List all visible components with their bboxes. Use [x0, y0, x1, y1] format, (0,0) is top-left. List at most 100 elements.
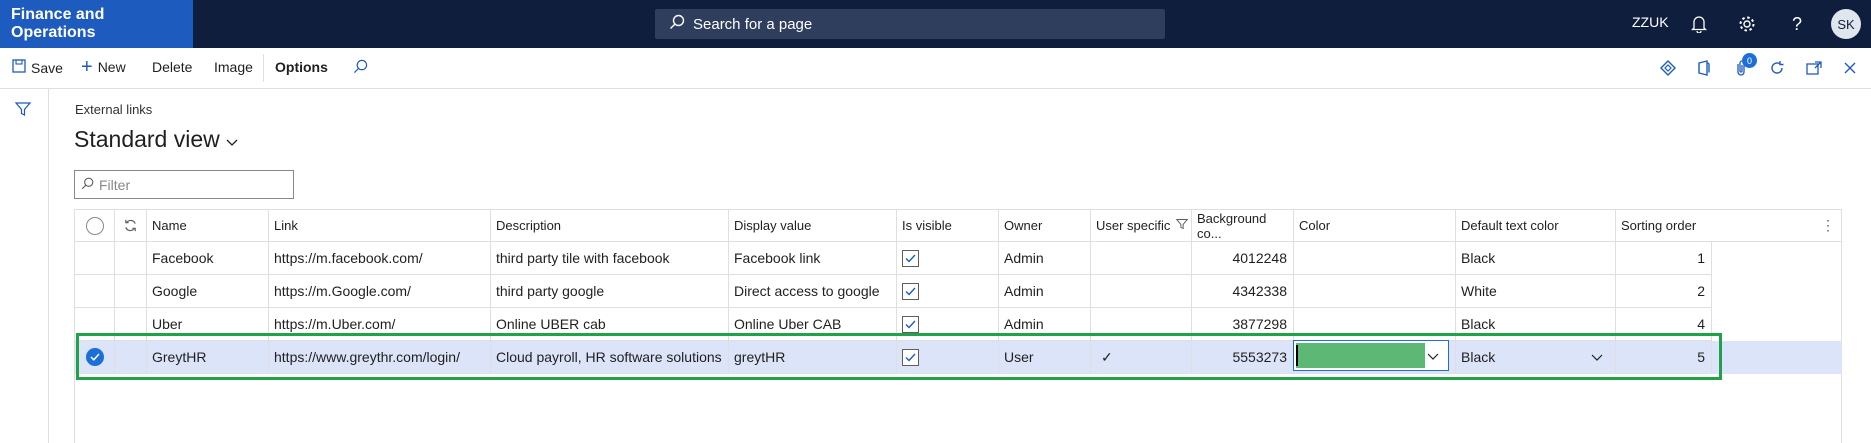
view-selector[interactable]: Standard view	[74, 126, 238, 153]
help-icon[interactable]: ?	[1785, 12, 1809, 36]
col-header-sorting-order[interactable]: Sorting order ⋮	[1616, 210, 1842, 242]
company-picker[interactable]: ZZUK	[1632, 14, 1669, 30]
cell-color[interactable]	[1294, 242, 1456, 275]
cell-default-text-color[interactable]: Black	[1456, 242, 1616, 275]
close-icon[interactable]	[1840, 58, 1860, 78]
action-separator	[263, 54, 264, 82]
more-options-icon[interactable]: ⋮	[1821, 217, 1835, 234]
col-header-user-specific[interactable]: User specific	[1091, 210, 1192, 242]
cell-display-value[interactable]: greytHR	[729, 341, 897, 374]
col-header-link[interactable]: Link	[269, 210, 491, 242]
cell-sorting-order[interactable]: 1	[1616, 242, 1712, 275]
row-selector[interactable]	[75, 275, 115, 308]
cell-is-visible[interactable]	[897, 308, 999, 341]
cell-default-text-color[interactable]: Black	[1456, 341, 1616, 374]
col-header-default-text-color[interactable]: Default text color	[1456, 210, 1616, 242]
col-header-display-value[interactable]: Display value	[729, 210, 897, 242]
row-selector[interactable]	[75, 308, 115, 341]
chevron-down-icon[interactable]	[1591, 349, 1603, 365]
cell-display-value[interactable]: Online Uber CAB	[729, 308, 897, 341]
options-tab[interactable]: Options	[275, 59, 328, 75]
cell-name[interactable]: Google	[147, 275, 269, 308]
cell-link[interactable]: https://m.Uber.com/	[269, 308, 491, 341]
cell-display-value[interactable]: Direct access to google	[729, 275, 897, 308]
cell-color[interactable]	[1294, 275, 1456, 308]
cell-description[interactable]: third party tile with facebook	[491, 242, 729, 275]
cell-color[interactable]	[1294, 308, 1456, 341]
page-caption: External links	[75, 102, 153, 117]
cell-link[interactable]: https://m.Google.com/	[269, 275, 491, 308]
cell-sorting-order[interactable]: 2	[1616, 275, 1712, 308]
cell-description[interactable]: third party google	[491, 275, 729, 308]
color-dropdown-chevron-icon[interactable]	[1427, 348, 1439, 366]
new-label: New	[97, 59, 126, 75]
table-row-selected[interactable]: GreytHR https://www.greythr.com/login/ C…	[75, 341, 1842, 374]
filter-pane-rail	[0, 89, 49, 443]
row-marker	[115, 308, 147, 341]
cell-owner[interactable]: Admin	[999, 242, 1091, 275]
refresh-column-icon[interactable]	[115, 210, 147, 242]
cell-default-text-color[interactable]: White	[1456, 275, 1616, 308]
cell-name[interactable]: Uber	[147, 308, 269, 341]
cell-default-text-color[interactable]: Black	[1456, 308, 1616, 341]
select-all-radio	[85, 216, 104, 235]
office-icon[interactable]	[1694, 58, 1714, 78]
row-selector[interactable]	[75, 341, 115, 374]
power-apps-icon[interactable]	[1658, 58, 1678, 78]
cell-user-specific[interactable]	[1091, 275, 1192, 308]
filter-funnel-icon[interactable]	[14, 101, 32, 122]
cell-is-visible[interactable]	[897, 242, 999, 275]
checkbox[interactable]	[902, 348, 919, 366]
col-header-description[interactable]: Description	[491, 210, 729, 242]
select-all-checkbox[interactable]	[75, 210, 115, 242]
action-search-icon[interactable]	[353, 59, 368, 74]
cell-description[interactable]: Online UBER cab	[491, 308, 729, 341]
gear-icon[interactable]	[1735, 12, 1759, 36]
search-icon	[669, 14, 685, 34]
cell-name[interactable]: GreytHR	[147, 341, 269, 374]
refresh-icon[interactable]	[1767, 58, 1787, 78]
cell-link[interactable]: https://m.facebook.com/	[269, 242, 491, 275]
cell-owner[interactable]: Admin	[999, 275, 1091, 308]
cell-background-color[interactable]: 4342338	[1192, 275, 1294, 308]
col-header-background-color[interactable]: Background co...	[1192, 210, 1294, 242]
cell-description[interactable]: Cloud payroll, HR software solutions	[491, 341, 729, 374]
col-header-owner[interactable]: Owner	[999, 210, 1091, 242]
app-title[interactable]: Finance and Operations	[0, 0, 193, 48]
bell-icon[interactable]	[1687, 12, 1711, 36]
avatar[interactable]: SK	[1831, 9, 1861, 39]
cell-name[interactable]: Facebook	[147, 242, 269, 275]
new-button[interactable]: + New	[81, 57, 126, 77]
cell-background-color[interactable]: 5553273	[1192, 341, 1294, 374]
checkbox[interactable]	[902, 282, 919, 300]
cell-owner[interactable]: User	[999, 341, 1091, 374]
table-row[interactable]: Facebook https://m.facebook.com/ third p…	[75, 242, 1712, 275]
cell-link[interactable]: https://www.greythr.com/login/	[269, 341, 491, 374]
row-selector[interactable]	[75, 242, 115, 275]
cell-owner[interactable]: Admin	[999, 308, 1091, 341]
page-search-box[interactable]: Search for a page	[655, 9, 1165, 39]
table-row[interactable]: Uber https://m.Uber.com/ Online UBER cab…	[75, 308, 1712, 341]
cell-background-color[interactable]: 3877298	[1192, 308, 1294, 341]
cell-sorting-order[interactable]: 4	[1616, 308, 1712, 341]
cell-is-visible[interactable]	[897, 275, 999, 308]
cell-sorting-order[interactable]: 5	[1616, 341, 1712, 374]
checkbox[interactable]	[902, 315, 919, 333]
cell-background-color[interactable]: 4012248	[1192, 242, 1294, 275]
col-header-name[interactable]: Name	[147, 210, 269, 242]
checkbox[interactable]	[902, 249, 919, 267]
grid-filter-input[interactable]: Filter	[74, 170, 294, 199]
color-swatch	[1296, 343, 1425, 368]
col-header-is-visible[interactable]: Is visible	[897, 210, 999, 242]
cell-display-value[interactable]: Facebook link	[729, 242, 897, 275]
cell-user-specific[interactable]	[1091, 308, 1192, 341]
cell-user-specific[interactable]: ✓	[1091, 341, 1192, 374]
col-header-color[interactable]: Color	[1294, 210, 1456, 242]
save-button[interactable]: Save	[12, 59, 63, 76]
cell-user-specific[interactable]	[1091, 242, 1192, 275]
table-row[interactable]: Google https://m.Google.com/ third party…	[75, 275, 1712, 308]
open-new-window-icon[interactable]	[1804, 58, 1824, 78]
delete-button[interactable]: Delete	[152, 59, 192, 75]
image-button[interactable]: Image	[214, 59, 253, 75]
cell-is-visible[interactable]	[897, 341, 999, 374]
